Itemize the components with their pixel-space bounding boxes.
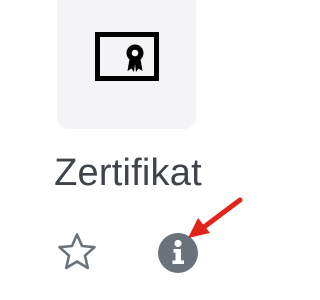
annotation-arrow xyxy=(188,197,243,238)
certificate-icon xyxy=(95,32,159,81)
activity-title: Zertifikat xyxy=(54,152,202,194)
activity-card: Zertifikat xyxy=(0,0,256,300)
star-icon[interactable] xyxy=(55,230,99,274)
